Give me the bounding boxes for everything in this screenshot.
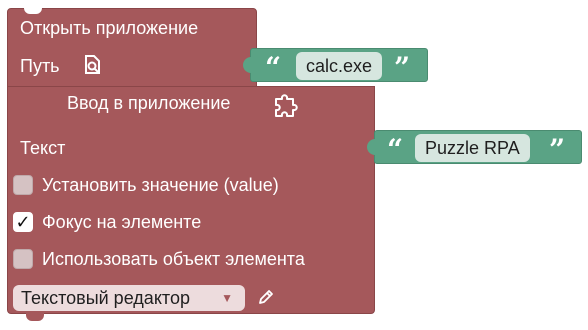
close-quote: ” [549, 133, 566, 166]
input-app-title: Ввод в приложение [67, 93, 231, 113]
path-label: Путь [20, 56, 60, 76]
close-quote: ” [394, 51, 411, 84]
use-element-object-checkbox[interactable] [13, 249, 33, 269]
focus-element-label: Фокус на элементе [42, 212, 202, 232]
triangle-down-icon: ▼ [221, 291, 233, 305]
path-string-block[interactable]: “ calc.exe ” [250, 48, 428, 82]
open-app-title: Открыть приложение [20, 18, 199, 38]
input-app-block[interactable] [7, 86, 375, 314]
path-value-field[interactable]: calc.exe [296, 52, 383, 80]
text-value-field[interactable]: Puzzle RPA [415, 134, 530, 162]
puzzle-icon[interactable] [271, 90, 301, 120]
editor-type-value: Текстовый редактор [21, 288, 190, 308]
pencil-icon[interactable] [256, 287, 276, 307]
file-search-icon[interactable] [80, 53, 104, 77]
puzzle-tab [367, 139, 377, 155]
set-value-label: Установить значение (value) [42, 175, 279, 195]
open-quote: “ [387, 133, 404, 166]
set-value-checkbox[interactable] [13, 175, 33, 195]
text-string-block[interactable]: “ Puzzle RPA ” [374, 130, 582, 164]
focus-element-checkbox[interactable]: ✓ [13, 212, 33, 232]
use-element-object-label: Использовать объект элемента [42, 249, 305, 269]
puzzle-tab [243, 57, 253, 73]
text-label: Текст [20, 138, 66, 158]
block-notch [24, 7, 42, 14]
block-bottom-tab [26, 313, 44, 321]
open-quote: “ [265, 51, 282, 84]
editor-type-dropdown[interactable]: Текстовый редактор ▼ [13, 285, 245, 311]
